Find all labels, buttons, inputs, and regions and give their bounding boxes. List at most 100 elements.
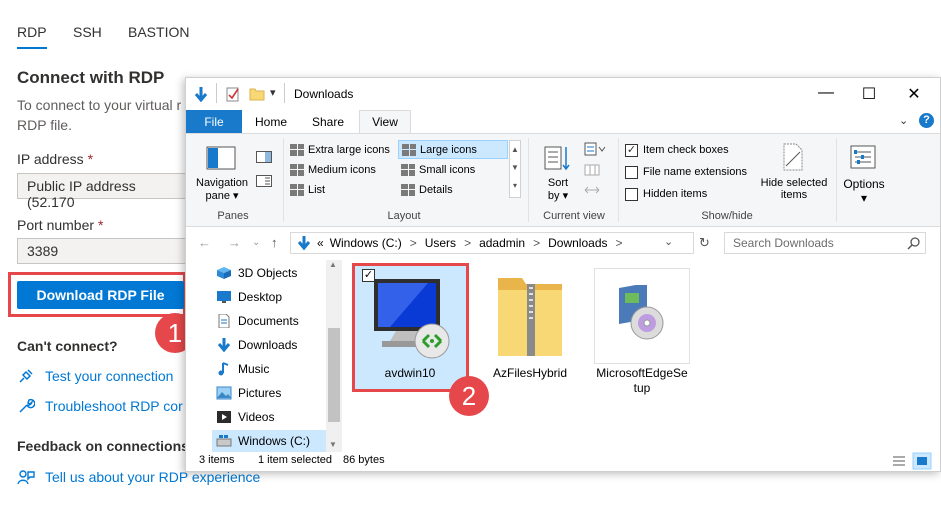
crumb-adadmin[interactable]: adadmin [479, 236, 525, 250]
details-pane-icon[interactable] [256, 175, 272, 187]
tab-view[interactable]: View [359, 110, 411, 133]
nav-item-videos[interactable]: Videos [216, 406, 274, 428]
tab-file[interactable]: File [186, 110, 242, 133]
address-overflow[interactable]: « [317, 236, 324, 250]
item-check-boxes-label[interactable]: Item check boxes [643, 144, 729, 156]
close-button[interactable]: ✕ [894, 84, 934, 104]
hide-selected-items-icon[interactable] [780, 142, 806, 172]
maximize-button[interactable]: ☐ [849, 84, 889, 104]
test-connection-text[interactable]: Test your connection [45, 368, 173, 384]
ip-address-field[interactable]: Public IP address (52.170 [17, 173, 197, 210]
nav-item-music[interactable]: Music [216, 358, 269, 380]
tab-share[interactable]: Share [302, 110, 354, 133]
minimize-button[interactable]: — [806, 84, 846, 102]
pictures-icon [216, 386, 232, 400]
layout-small-icons[interactable]: Small icons [398, 160, 478, 179]
nav-item-windows-c[interactable]: Windows (C:) [212, 430, 340, 452]
cant-connect-heading: Can't connect? [17, 338, 118, 354]
sort-by-icon[interactable] [544, 144, 572, 172]
hide-selected-line-1: Hide selected [760, 177, 828, 189]
crumb-separator[interactable]: > [464, 236, 471, 250]
file-name-line-2: tup [633, 381, 651, 395]
status-item-count: 3 items [199, 454, 235, 466]
sort-line-1: Sort [547, 177, 569, 189]
add-columns-icon [584, 164, 600, 176]
download-rdp-file-button[interactable]: Download RDP File [17, 281, 184, 309]
file-azfileshybrid[interactable]: AzFilesHybrid [482, 268, 578, 380]
nav-item-downloads[interactable]: Downloads [216, 334, 297, 356]
file-name-extensions-checkbox[interactable] [625, 166, 638, 179]
drive-icon [216, 435, 232, 447]
group-by-icon[interactable] [584, 142, 606, 156]
layout-list[interactable]: List [287, 180, 328, 199]
nav-item-pictures[interactable]: Pictures [216, 382, 281, 404]
tab-home[interactable]: Home [246, 110, 296, 133]
file-microsoftedgesetup[interactable] [594, 268, 690, 364]
large-icons-icon [402, 143, 416, 156]
zip-folder-icon [498, 278, 562, 356]
troubleshoot-text[interactable]: Troubleshoot RDP cor [45, 398, 183, 414]
up-arrow-icon[interactable]: ↑ [271, 235, 278, 250]
options-button[interactable]: Options ▾ [840, 177, 888, 205]
nav-item-3d-objects[interactable]: 3D Objects [216, 262, 297, 284]
status-bar: 3 items 1 item selected 86 bytes [186, 452, 940, 472]
scroll-thumb[interactable] [328, 328, 340, 422]
callout-2: 2 [449, 376, 489, 416]
layout-medium-icons[interactable]: Medium icons [287, 160, 379, 179]
down-arrow-icon[interactable] [194, 86, 208, 102]
layout-scroll[interactable]: ▲ ▼ ▾ [509, 140, 521, 198]
nav-item-documents[interactable]: Documents [216, 310, 299, 332]
preview-pane-icon[interactable] [256, 151, 272, 163]
help-icon[interactable]: ? [919, 113, 934, 128]
crumb-separator[interactable]: > [533, 236, 540, 250]
crumb-users[interactable]: Users [425, 236, 456, 250]
tab-ssh[interactable]: SSH [73, 24, 102, 40]
search-icon[interactable] [907, 237, 920, 250]
crumb-windows-c[interactable]: Windows (C:) [330, 236, 402, 250]
navigation-pane: 3D Objects Desktop Documents Downloads M… [186, 260, 342, 452]
ip-address-label: IP address * [17, 151, 93, 167]
test-connection-link[interactable]: Test your connection [17, 367, 173, 385]
file-name-extensions-label[interactable]: File name extensions [643, 166, 747, 178]
navigation-pane-button[interactable]: Navigation pane ▾ [193, 177, 251, 202]
port-number-field[interactable]: 3389 [17, 238, 197, 264]
item-check-boxes-checkbox[interactable]: ✓ [625, 144, 638, 157]
recent-locations-icon[interactable]: ⌄ [252, 237, 260, 248]
scroll-down-icon[interactable]: ▼ [329, 440, 337, 449]
tab-rdp[interactable]: RDP [17, 24, 47, 49]
new-folder-icon[interactable] [249, 86, 265, 101]
details-view-icon[interactable] [891, 454, 907, 468]
hidden-items-label[interactable]: Hidden items [643, 188, 707, 200]
properties-icon[interactable] [226, 86, 240, 102]
address-bar[interactable]: « Windows (C:) > Users > adadmin > Downl… [290, 232, 694, 254]
layout-details[interactable]: Details [398, 180, 456, 199]
downloads-icon [217, 338, 231, 352]
address-dropdown-icon[interactable]: ⌄ [664, 235, 673, 248]
scroll-up-icon[interactable]: ▲ [329, 260, 337, 269]
forward-arrow-icon[interactable]: → [228, 235, 241, 250]
sort-by-button[interactable]: Sort by ▾ [541, 177, 575, 202]
file-highlight-box [352, 263, 469, 392]
tab-bastion[interactable]: BASTION [128, 24, 189, 40]
hide-selected-items-button[interactable]: Hide selected items [757, 177, 831, 201]
layout-extra-large-icons[interactable]: Extra large icons [287, 140, 393, 159]
back-arrow-icon[interactable]: ← [198, 235, 211, 250]
quick-access-dropdown-icon[interactable]: ▾ [270, 86, 276, 99]
connect-heading: Connect with RDP [17, 68, 165, 87]
troubleshoot-link[interactable]: Troubleshoot RDP cor [17, 397, 183, 415]
crumb-separator[interactable]: > [410, 236, 417, 250]
hidden-items-checkbox[interactable] [625, 188, 638, 201]
crumb-separator[interactable]: > [616, 236, 623, 250]
large-icons-view-icon[interactable] [912, 452, 932, 470]
ribbon-tabs: File Home Share View ⌄ ? [186, 110, 940, 133]
layout-large-icons[interactable]: Large icons [398, 140, 508, 159]
options-icon[interactable] [849, 144, 877, 170]
nav-scrollbar[interactable]: ▲ ▼ [326, 260, 342, 452]
nav-item-desktop[interactable]: Desktop [216, 286, 282, 308]
ribbon-collapse-icon[interactable]: ⌄ [899, 114, 908, 127]
refresh-icon[interactable]: ↻ [699, 235, 710, 251]
crumb-downloads[interactable]: Downloads [548, 236, 607, 250]
search-input[interactable]: Search Downloads [724, 232, 926, 254]
navigation-pane-icon[interactable] [206, 146, 236, 170]
small-icons-icon [401, 163, 415, 176]
